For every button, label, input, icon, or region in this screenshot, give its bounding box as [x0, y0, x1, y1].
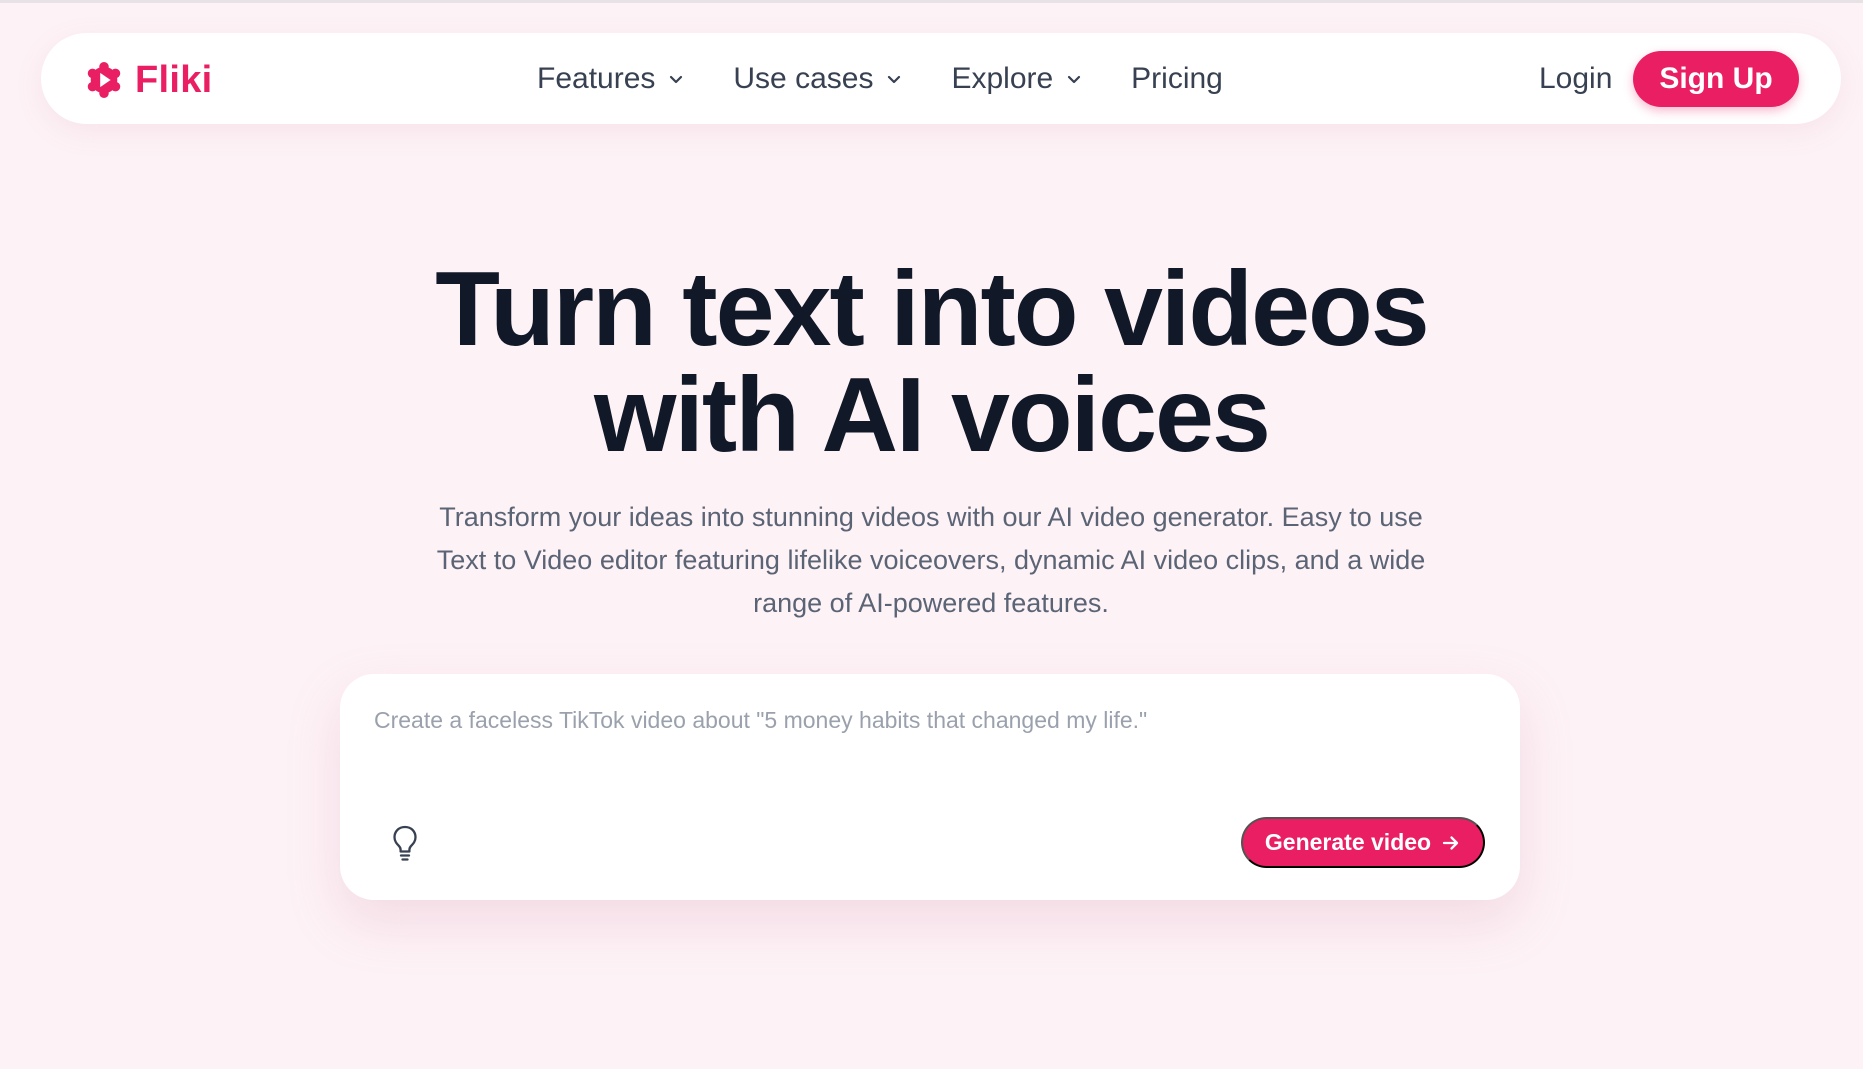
- chevron-down-icon: [670, 75, 683, 83]
- arrow-right-icon: [1442, 835, 1459, 850]
- generate-video-label: Generate video: [1264, 829, 1432, 855]
- chevron-down-icon: [888, 75, 901, 83]
- navbar: Fliki Features Use cases Explore Pricing…: [41, 33, 1841, 124]
- chevron-down-icon: [1068, 75, 1081, 83]
- top-divider: [0, 0, 1863, 3]
- nav-item-label: Pricing: [1131, 61, 1223, 95]
- prompt-input[interactable]: [374, 704, 1484, 794]
- brand-logo-link[interactable]: Fliki: [85, 61, 213, 99]
- main-menu: Features Use cases Explore Pricing: [537, 33, 1223, 124]
- lightbulb-icon[interactable]: [390, 824, 420, 862]
- hero-title: Turn text into videos with AI voices: [0, 256, 1863, 468]
- nav-item-explore[interactable]: Explore: [951, 62, 1083, 96]
- nav-item-label: Features: [537, 61, 656, 95]
- nav-item-features[interactable]: Features: [537, 62, 685, 96]
- nav-item-use-cases[interactable]: Use cases: [733, 62, 903, 96]
- fliki-logo-icon: [87, 61, 121, 99]
- nav-item-pricing[interactable]: Pricing: [1131, 62, 1223, 96]
- hero-title-line-1: Turn text into videos: [435, 250, 1430, 368]
- login-link[interactable]: Login: [1539, 33, 1612, 124]
- hero-title-line-2: with AI voices: [594, 356, 1271, 474]
- generate-video-button[interactable]: Generate video: [1241, 817, 1485, 868]
- nav-item-label: Explore: [951, 61, 1054, 95]
- brand-name: Fliki: [135, 59, 213, 101]
- nav-item-label: Use cases: [733, 61, 874, 95]
- hero-subtitle: Transform your ideas into stunning video…: [436, 502, 1426, 618]
- signup-button[interactable]: Sign Up: [1633, 51, 1799, 107]
- prompt-card: Generate video: [340, 674, 1520, 900]
